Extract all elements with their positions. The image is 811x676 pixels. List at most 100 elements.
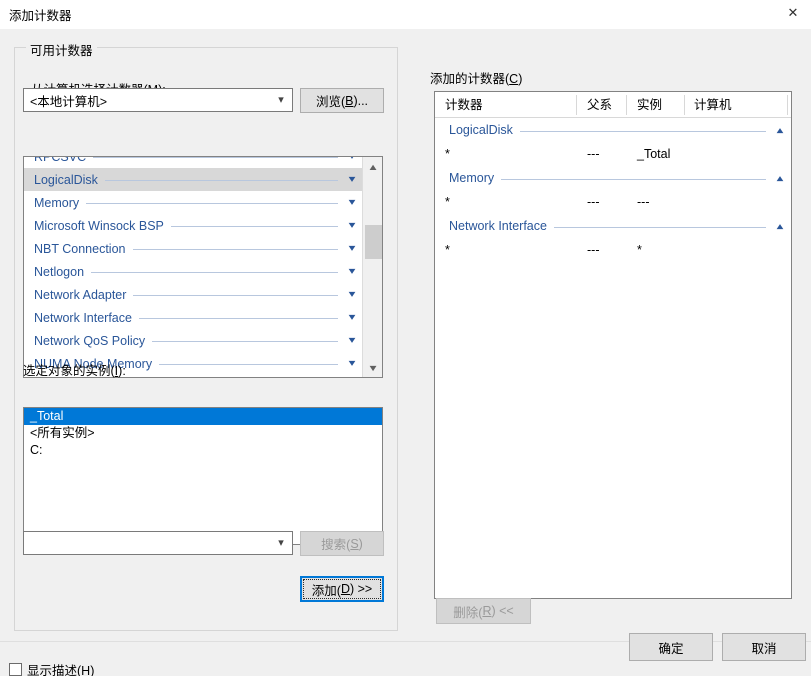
counter-list-item-label: Network Interface	[34, 310, 132, 325]
instances-label: 选定对象的实例(I):	[23, 364, 126, 378]
added-rule-line	[553, 226, 766, 228]
counter-list-item[interactable]: Memory ▾	[24, 191, 363, 214]
chevron-down-icon[interactable]: ▾	[343, 312, 362, 323]
column-divider[interactable]	[576, 95, 577, 115]
added-counter-group-label: Memory	[449, 171, 495, 185]
added-cell-counter: *	[445, 243, 450, 257]
added-counters-header: 计数器 父系 实例 计算机	[435, 92, 791, 118]
counter-list-item[interactable]: Network Adapter ▾	[24, 283, 363, 306]
available-counters-list[interactable]: RPCSVC ▾ LogicalDisk ▾ Memory ▾ Microsoft Wins…	[23, 156, 383, 378]
counter-list-item[interactable]: Network Interface ▾	[24, 306, 363, 329]
added-counter-group-row[interactable]: Network Interface ▾	[435, 214, 791, 238]
close-icon[interactable]: ✕	[775, 0, 811, 26]
column-divider[interactable]	[787, 95, 788, 115]
scrollbar-thumb[interactable]	[365, 225, 382, 259]
window-title: 添加计数器	[9, 9, 72, 23]
instances-list[interactable]: _Total <所有实例> C:	[23, 407, 383, 545]
cancel-button[interactable]: 取消	[722, 633, 806, 661]
search-combobox[interactable]: ▾	[23, 531, 293, 555]
chevron-down-icon[interactable]: ▾	[343, 243, 362, 254]
added-counter-group-label: Network Interface	[449, 219, 547, 233]
show-description-checkbox[interactable]: 显示描述(H)	[9, 660, 94, 676]
computer-select-combobox[interactable]: <本地计算机> ▾	[23, 88, 293, 112]
counter-list-item[interactable]: RPCSVC ▾	[24, 157, 363, 168]
added-cell-instance: ---	[637, 195, 650, 209]
column-header-instance[interactable]: 实例	[637, 92, 662, 118]
counters-scrollbar[interactable]: ▲ ▼	[362, 157, 382, 377]
counter-list-item[interactable]: NBT Connection ▾	[24, 237, 363, 260]
chevron-down-icon[interactable]: ▾	[343, 220, 362, 231]
add-button[interactable]: 添加(D) >>	[300, 576, 384, 602]
added-cell-counter: *	[445, 195, 450, 209]
chevron-down-icon[interactable]: ▾	[343, 197, 362, 208]
added-counters-table[interactable]: 计数器 父系 实例 计算机 LogicalDisk ▾ * --- _Total Memo…	[434, 91, 792, 599]
instance-list-item[interactable]: C:	[24, 442, 382, 459]
column-header-counter[interactable]: 计数器	[445, 92, 483, 118]
search-button[interactable]: 搜索(S)	[300, 531, 384, 556]
chevron-up-icon[interactable]: ▾	[771, 221, 790, 232]
chevron-down-icon[interactable]: ▾	[343, 289, 362, 300]
counter-rule-line	[159, 364, 338, 365]
chevron-up-icon[interactable]: ▲	[360, 157, 382, 176]
counter-rule-line	[170, 226, 338, 227]
column-divider[interactable]	[626, 95, 627, 115]
added-counters-rows: LogicalDisk ▾ * --- _Total Memory ▾ * --- --- Netw…	[435, 118, 791, 262]
dialog-body: 可用计数器 从计算机选择计数器(M): <本地计算机> ▾ 浏览(B)... R…	[0, 29, 811, 676]
checkbox-box-icon[interactable]	[9, 663, 22, 676]
chevron-down-icon[interactable]: ▾	[343, 174, 362, 185]
column-divider[interactable]	[684, 95, 685, 115]
show-description-label: 显示描述(H)	[27, 664, 95, 676]
ok-button[interactable]: 确定	[629, 633, 713, 661]
instance-list-item[interactable]: _Total	[24, 408, 382, 425]
added-rule-line	[501, 178, 766, 180]
added-counter-group-row[interactable]: LogicalDisk ▾	[435, 118, 791, 142]
counter-list-item-label: LogicalDisk	[34, 172, 98, 187]
counter-list-item[interactable]: Netlogon ▾	[24, 260, 363, 283]
counter-list-item-label: Memory	[34, 195, 80, 210]
counter-list-item[interactable]: LogicalDisk ▾	[24, 168, 363, 191]
browse-button[interactable]: 浏览(B)...	[300, 88, 384, 113]
counter-list-item-label: Microsoft Winsock BSP	[34, 218, 164, 233]
instance-list-item[interactable]: <所有实例>	[24, 425, 382, 442]
counter-rule-line	[132, 249, 338, 250]
computer-select-value: <本地计算机>	[30, 94, 108, 109]
chevron-down-icon: ▾	[278, 93, 284, 106]
column-header-computer[interactable]: 计算机	[694, 92, 732, 118]
added-cell-parent: ---	[587, 147, 600, 161]
available-counters-rows: RPCSVC ▾ LogicalDisk ▾ Memory ▾ Microsoft Wins…	[24, 157, 363, 375]
added-cell-instance: *	[637, 243, 642, 257]
added-cell-instance: _Total	[637, 147, 671, 161]
chevron-down-icon[interactable]: ▾	[343, 335, 362, 346]
chevron-down-icon[interactable]: ▾	[343, 358, 362, 369]
counter-list-item[interactable]: Network QoS Policy ▾	[24, 329, 363, 352]
chevron-down-icon[interactable]: ▾	[343, 266, 362, 277]
counter-rule-line	[91, 272, 338, 273]
counter-list-item-label: Network Adapter	[34, 287, 127, 302]
add-counters-dialog: 添加计数器 ✕ 可用计数器 从计算机选择计数器(M): <本地计算机> ▾ 浏览…	[0, 0, 811, 676]
added-cell-parent: ---	[587, 243, 600, 257]
added-counter-row[interactable]: * --- _Total	[435, 142, 791, 166]
chevron-up-icon[interactable]: ▾	[771, 125, 790, 136]
column-header-parent[interactable]: 父系	[587, 92, 612, 118]
added-counters-label: 添加的计数器(C)	[430, 72, 523, 86]
added-rule-line	[519, 130, 766, 132]
added-counter-group-row[interactable]: Memory ▾	[435, 166, 791, 190]
added-cell-counter: *	[445, 147, 450, 161]
added-cell-parent: ---	[587, 195, 600, 209]
available-counters-group-title: 可用计数器	[26, 40, 97, 59]
counter-rule-line	[133, 295, 338, 296]
remove-button[interactable]: 删除(R) <<	[436, 598, 531, 624]
counter-list-item[interactable]: Microsoft Winsock BSP ▾	[24, 214, 363, 237]
chevron-down-icon[interactable]: ▼	[360, 358, 382, 377]
added-counter-row[interactable]: * --- *	[435, 238, 791, 262]
counter-list-item-label: NBT Connection	[34, 241, 126, 256]
chevron-down-icon[interactable]: ▾	[343, 157, 362, 162]
chevron-up-icon[interactable]: ▾	[771, 173, 790, 184]
counter-rule-line	[152, 341, 338, 342]
counter-list-item-label: Netlogon	[34, 264, 85, 279]
added-counter-group-label: LogicalDisk	[449, 123, 513, 137]
counter-rule-line	[104, 180, 338, 181]
chevron-down-icon: ▾	[278, 536, 284, 549]
added-counter-row[interactable]: * --- ---	[435, 190, 791, 214]
counter-rule-line	[138, 318, 338, 319]
